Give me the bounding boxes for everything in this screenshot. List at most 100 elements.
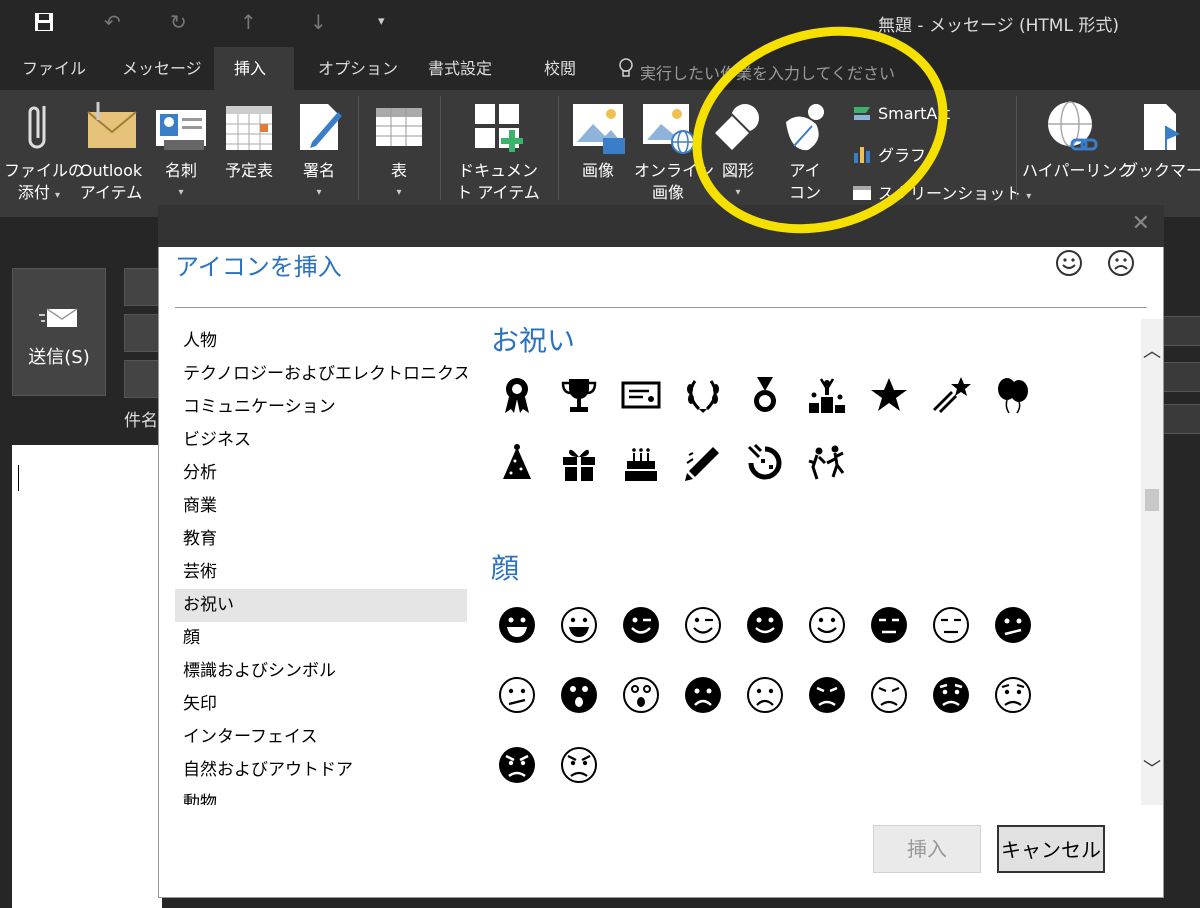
wink-face-outline-icon[interactable] — [683, 605, 723, 645]
scroll-down-icon[interactable]: ﹀ — [1143, 755, 1161, 781]
tab-file[interactable]: ファイル — [22, 58, 86, 90]
contact-card-icon — [154, 100, 208, 154]
to-field[interactable] — [1160, 316, 1200, 346]
signature-button[interactable]: 署名 ▾ — [290, 96, 348, 204]
category-item[interactable]: 顔 — [175, 622, 467, 655]
party-popper-icon[interactable] — [683, 443, 723, 483]
scrollbar-thumb[interactable] — [1145, 489, 1159, 511]
icons-button[interactable]: アイ コン — [776, 96, 834, 204]
category-item-selected[interactable]: お祝い — [175, 589, 467, 622]
birthday-cake-icon[interactable] — [621, 443, 661, 483]
document-item-button[interactable]: ドキュメン ト アイテム — [448, 96, 548, 204]
category-item[interactable]: 人物 — [175, 325, 467, 358]
ribbon-award-icon[interactable] — [497, 375, 537, 415]
smile-face-outline-icon[interactable] — [807, 605, 847, 645]
grin-face-outline-icon[interactable] — [559, 605, 599, 645]
cc-field[interactable] — [1160, 362, 1200, 392]
surprised-face-icon[interactable] — [559, 675, 599, 715]
ribbon-separator — [558, 96, 559, 200]
sad-face-outline-icon[interactable] — [745, 675, 785, 715]
dancing-people-icon[interactable] — [807, 443, 847, 483]
undo-icon[interactable]: ↶ — [104, 10, 121, 34]
envelope-icon — [84, 100, 138, 154]
worried-face-icon[interactable] — [931, 675, 971, 715]
chart-button[interactable]: グラフ — [852, 142, 926, 166]
smile-face-icon[interactable] — [745, 605, 785, 645]
category-item[interactable]: 矢印 — [175, 688, 467, 721]
surprised-face-outline-icon[interactable] — [621, 675, 661, 715]
category-item[interactable]: 自然およびアウトドア — [175, 754, 467, 787]
down-icon[interactable]: ↓ — [310, 10, 327, 34]
attach-file-button[interactable]: ファイルの 添付 ▾ — [4, 96, 84, 207]
category-item[interactable]: 商業 — [175, 490, 467, 523]
angry-face-outline-icon[interactable] — [559, 745, 599, 785]
save-icon[interactable] — [34, 12, 54, 37]
gallery-scrollbar[interactable]: ︿ ﹀ — [1141, 319, 1163, 805]
icon-gallery: お祝い 顔 — [479, 319, 1139, 805]
sad-face-icon[interactable] — [683, 675, 723, 715]
redo-icon[interactable]: ↻ — [170, 10, 187, 34]
table-button[interactable]: 表 ▾ — [368, 96, 430, 204]
tell-me-search[interactable]: 実行したい作業を入力してください — [640, 60, 895, 84]
outlook-item-button[interactable]: Outlook アイテム — [78, 96, 144, 204]
shapes-button[interactable]: 図形 ▾ — [710, 96, 766, 204]
send-button[interactable]: 送信(S) — [12, 268, 106, 396]
message-body[interactable] — [12, 445, 162, 908]
category-item[interactable]: インターフェイス — [175, 721, 467, 754]
category-item[interactable]: 動物 — [175, 787, 467, 805]
scroll-up-icon[interactable]: ︿ — [1143, 337, 1161, 363]
screenshot-button[interactable]: スクリーンショット ▾ — [852, 180, 1031, 204]
confused-face-icon[interactable] — [993, 605, 1033, 645]
category-item[interactable]: 分析 — [175, 457, 467, 490]
podium-icon[interactable] — [807, 375, 847, 415]
tab-message[interactable]: メッセージ — [122, 58, 202, 90]
party-hat-icon[interactable] — [497, 443, 537, 483]
smile-feedback-icon[interactable] — [1055, 249, 1083, 277]
insert-button[interactable]: 挿入 — [873, 825, 981, 873]
frown-face-outline-icon[interactable] — [869, 675, 909, 715]
customize-icon[interactable]: ▾ — [378, 14, 385, 29]
dialog-header-bar: ✕ — [158, 205, 1164, 247]
category-item[interactable]: 標識およびシンボル — [175, 655, 467, 688]
balloons-icon[interactable] — [993, 375, 1033, 415]
grin-face-icon[interactable] — [497, 605, 537, 645]
business-card-button[interactable]: 名刺 ▾ — [152, 96, 210, 204]
tab-insert[interactable]: 挿入 — [214, 47, 294, 90]
calendar-button[interactable]: 予定表 — [218, 96, 280, 182]
confused-face-outline-icon[interactable] — [497, 675, 537, 715]
tab-format[interactable]: 書式設定 — [428, 58, 492, 90]
shooting-star-icon[interactable] — [931, 375, 971, 415]
category-item[interactable]: ビジネス — [175, 424, 467, 457]
close-icon[interactable]: ✕ — [1132, 211, 1150, 236]
online-pictures-button[interactable]: オンライン 画像 — [634, 96, 714, 204]
category-item[interactable]: 教育 — [175, 523, 467, 556]
tab-options[interactable]: オプション — [318, 58, 398, 90]
pictures-button[interactable]: 画像 — [566, 96, 630, 182]
subject-field[interactable] — [1160, 404, 1200, 434]
smartart-button[interactable]: SmartArt — [852, 104, 950, 123]
category-item[interactable]: テクノロジーおよびエレクトロニクス — [175, 358, 467, 391]
certificate-icon[interactable] — [621, 375, 661, 415]
gift-icon[interactable] — [559, 443, 599, 483]
frown-feedback-icon[interactable] — [1107, 249, 1135, 277]
category-item[interactable]: 芸術 — [175, 556, 467, 589]
worried-face-outline-icon[interactable] — [993, 675, 1033, 715]
neutral-face-icon[interactable] — [869, 605, 909, 645]
dialog-title: アイコンを挿入 — [175, 253, 342, 281]
wink-face-icon[interactable] — [621, 605, 661, 645]
hyperlink-button[interactable]: ハイパーリンク — [1022, 96, 1133, 182]
neutral-face-outline-icon[interactable] — [931, 605, 971, 645]
frown-face-icon[interactable] — [807, 675, 847, 715]
category-item[interactable]: コミュニケーション — [175, 391, 467, 424]
up-icon[interactable]: ↑ — [240, 10, 257, 34]
bookmark-button[interactable]: ブックマーク — [1122, 96, 1200, 182]
confetti-icon[interactable] — [745, 443, 785, 483]
tab-review[interactable]: 校閲 — [544, 58, 576, 90]
laurel-wreath-icon[interactable] — [683, 375, 723, 415]
medal-icon[interactable] — [745, 375, 785, 415]
trophy-icon[interactable] — [559, 375, 599, 415]
star-icon[interactable] — [869, 375, 909, 415]
bookmark-icon — [1136, 100, 1186, 154]
angry-face-icon[interactable] — [497, 745, 537, 785]
cancel-button[interactable]: キャンセル — [997, 825, 1105, 873]
